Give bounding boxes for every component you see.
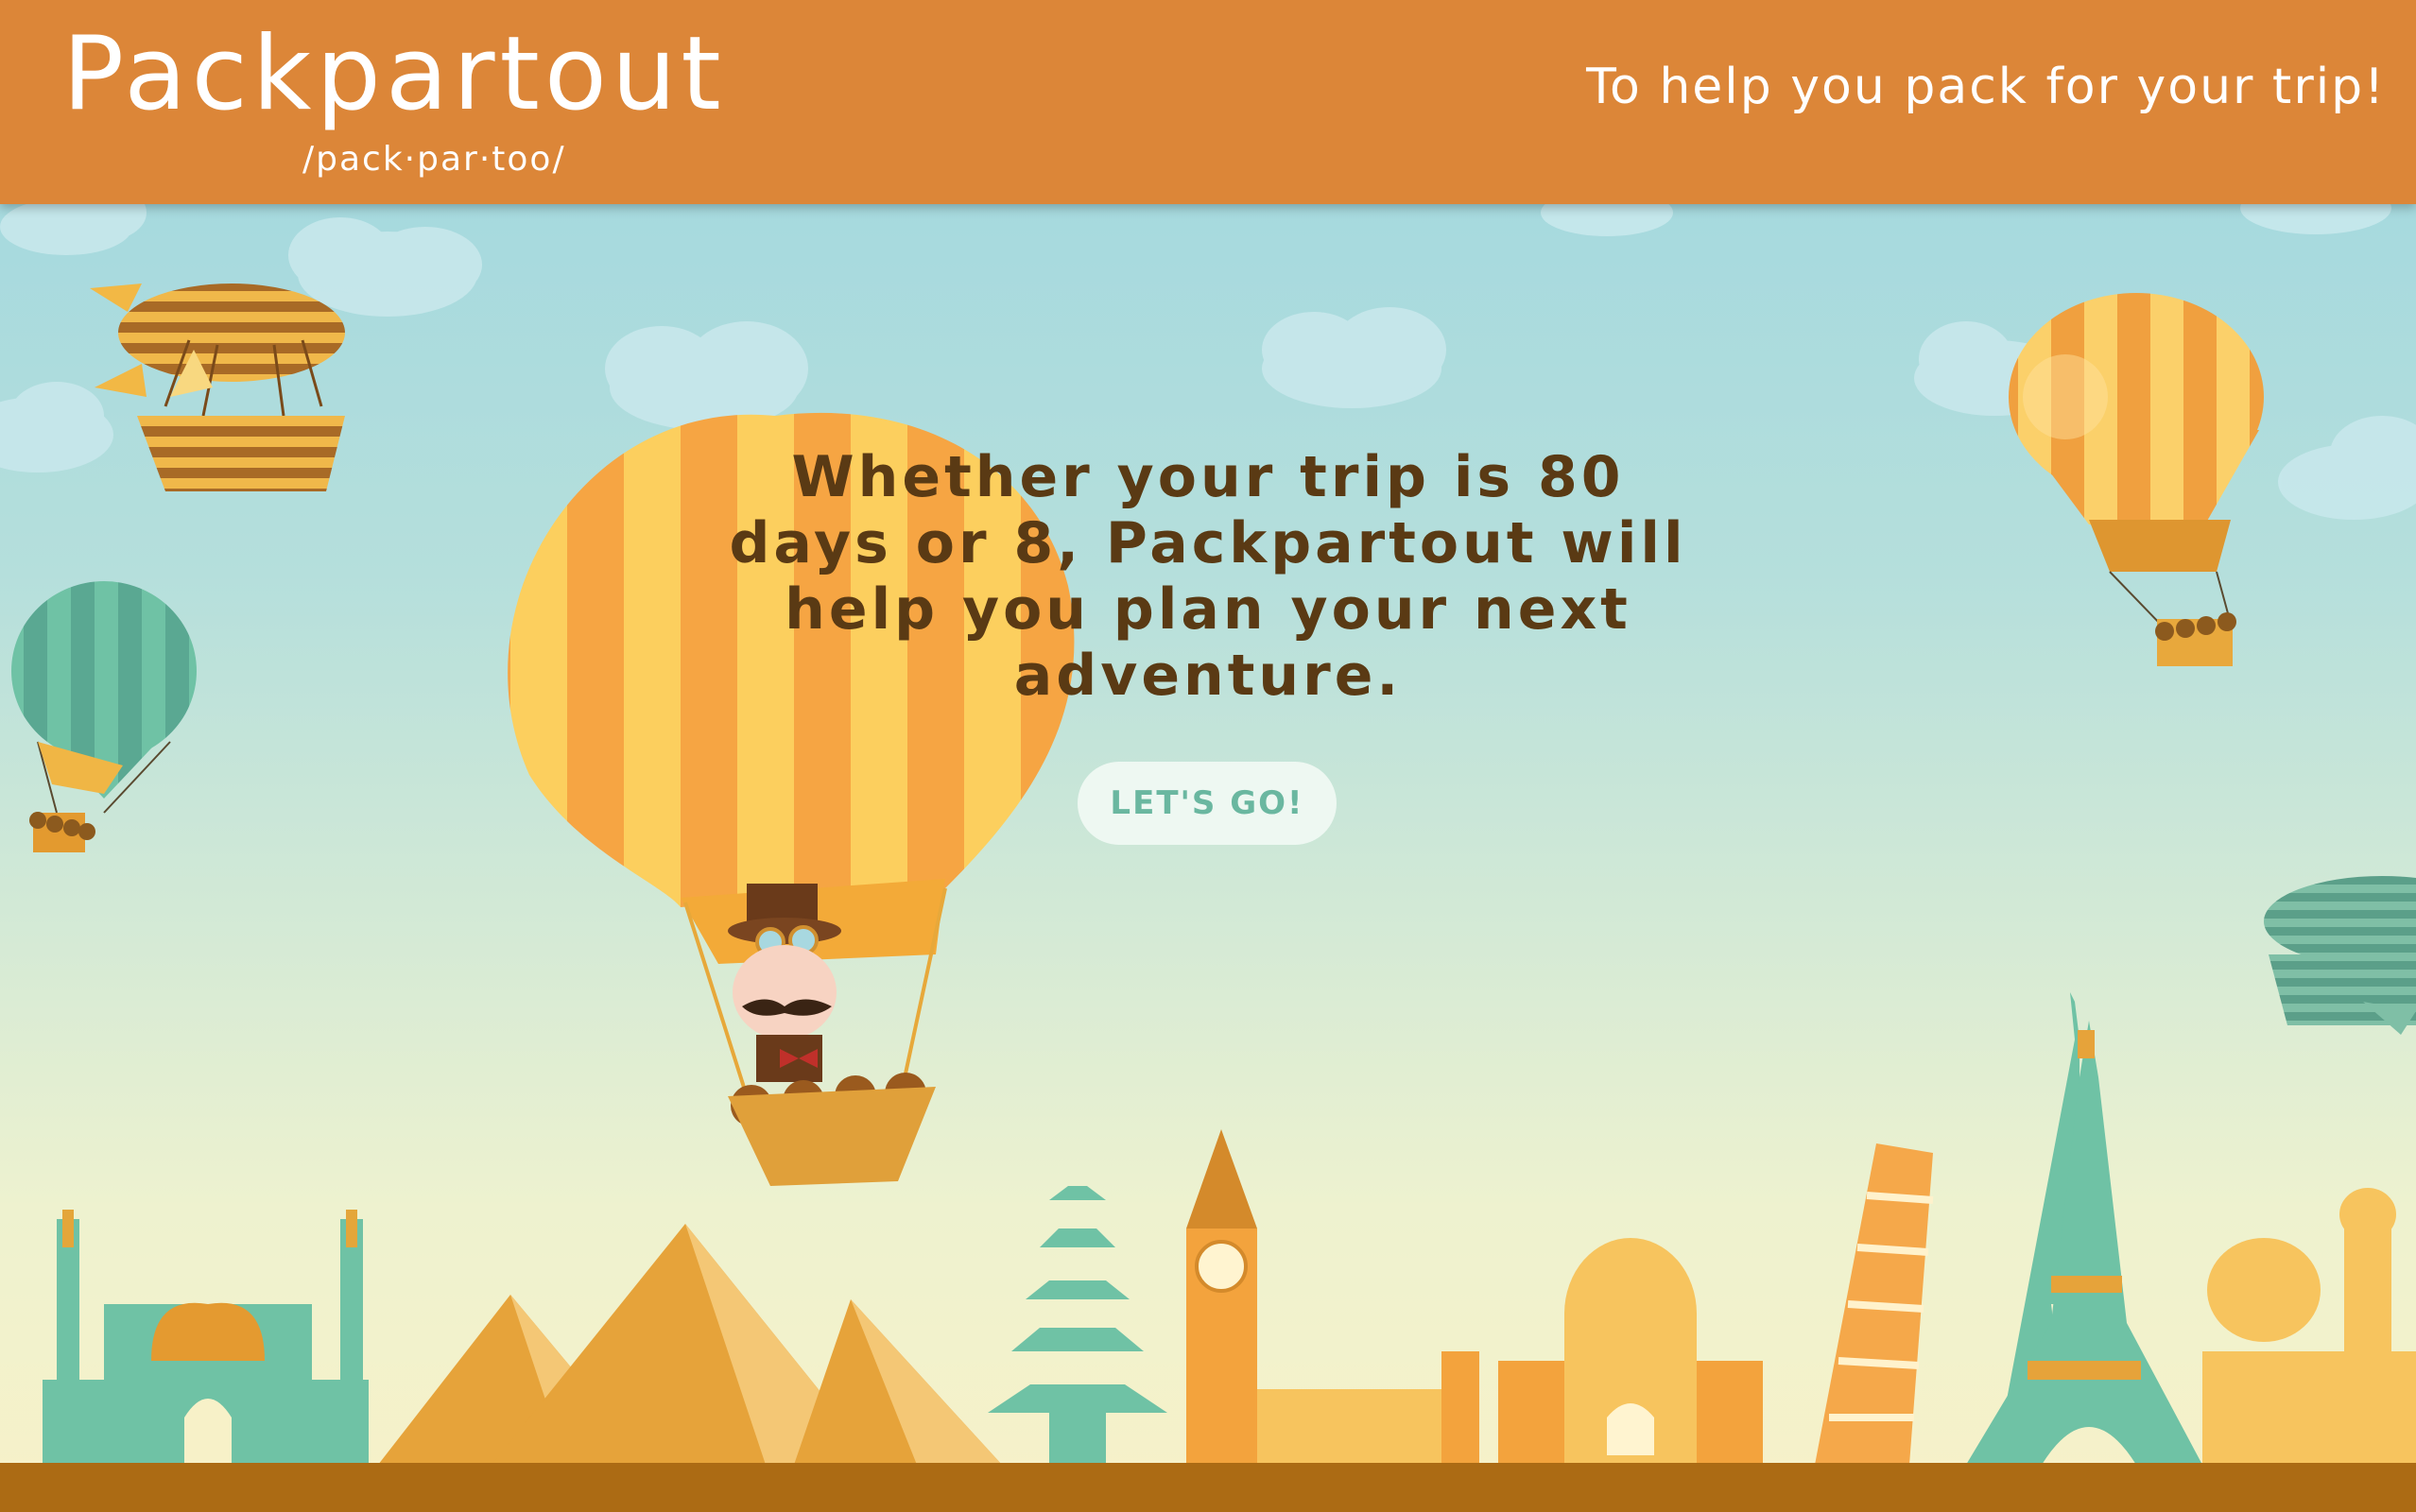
hot-air-balloon-icon bbox=[2009, 293, 2264, 666]
brand-name[interactable]: Packpartout bbox=[62, 13, 726, 136]
pagoda-icon bbox=[988, 1186, 1167, 1465]
taj-mahal-icon bbox=[1498, 1238, 1763, 1465]
big-ben-icon bbox=[1186, 1129, 1479, 1465]
leaning-tower-icon bbox=[1815, 1143, 1934, 1465]
brand-pronunciation: /pack·par·too/ bbox=[302, 140, 566, 179]
hero-headline: Whether your trip is 80 days or 8, Packp… bbox=[729, 444, 1687, 709]
airship-icon bbox=[2264, 876, 2416, 1035]
site-header: Packpartout /pack·par·too/ To help you p… bbox=[0, 0, 2416, 204]
eiffel-tower-icon bbox=[1966, 992, 2202, 1465]
hero-illustration bbox=[0, 181, 2416, 1465]
site-tagline: To help you pack for your trip! bbox=[1586, 59, 2386, 115]
mosque-icon bbox=[43, 1210, 369, 1465]
lets-go-button[interactable]: LET'S GO! bbox=[1078, 762, 1337, 845]
hot-air-balloon-icon bbox=[11, 581, 197, 852]
taj-mahal-icon bbox=[2202, 1188, 2416, 1465]
pyramid-icon bbox=[378, 1224, 1002, 1465]
ground-strip bbox=[0, 1463, 2416, 1512]
airship-icon bbox=[90, 284, 345, 491]
